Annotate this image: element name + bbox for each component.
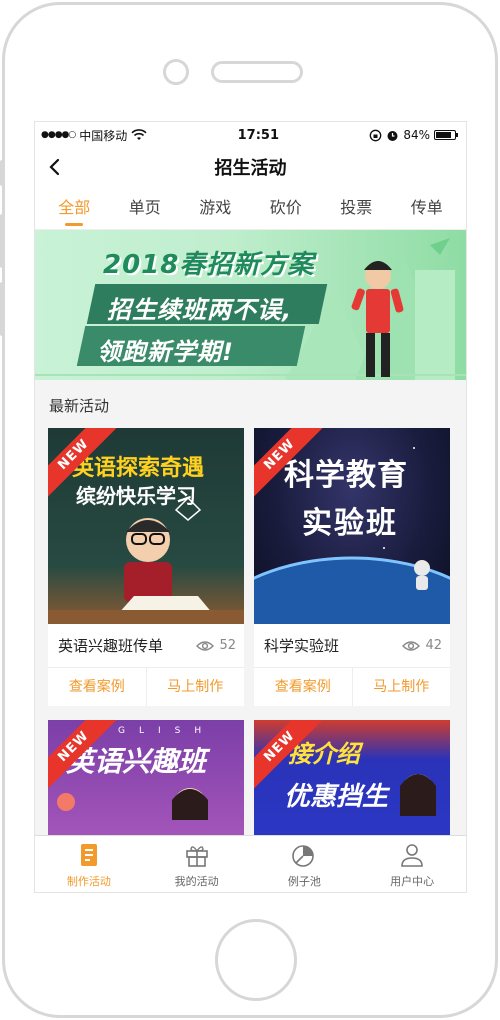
cover-subtitle: 实验班 xyxy=(302,506,398,541)
earpiece-speaker xyxy=(211,61,303,83)
eye-icon xyxy=(196,640,215,651)
student-illustration xyxy=(351,261,404,377)
tabbar-my-activities[interactable]: 我的活动 xyxy=(143,836,251,892)
section-title: 最新活动 xyxy=(35,380,466,428)
wifi-icon xyxy=(131,129,147,140)
page-title: 招生活动 xyxy=(214,158,287,179)
user-icon xyxy=(401,844,423,867)
card-cover-image[interactable]: 英语探索奇遇 缤纷快乐学习 NEW xyxy=(48,428,244,624)
tab-single-page[interactable]: 单页 xyxy=(110,186,181,230)
card-info: 科学实验班 42 xyxy=(254,624,450,668)
battery-percent: 84% xyxy=(403,128,430,142)
battery-level xyxy=(436,132,452,138)
create-now-button[interactable]: 马上制作 xyxy=(351,668,451,706)
tabbar-user-center[interactable]: 用户中心 xyxy=(358,836,466,892)
card-actions: 查看案例 马上制作 xyxy=(254,668,450,706)
status-time: 17:51 xyxy=(237,127,279,143)
activity-card-science[interactable]: 科学教育 实验班 NEW 科学实验班 42 查看案例 马上制作 xyxy=(254,428,450,706)
card-title: 科学实验班 xyxy=(264,637,340,655)
activity-card-english[interactable]: 英语探索奇遇 缤纷快乐学习 NEW 英语兴趣班传单 52 查看案例 马上制作 xyxy=(48,428,244,706)
card-title: 英语兴趣班传单 xyxy=(58,637,164,655)
view-count-value: 42 xyxy=(425,638,442,653)
card-info: 英语兴趣班传单 52 xyxy=(48,624,244,668)
pie-chart-icon xyxy=(292,845,315,867)
tabbar-label: 例子池 xyxy=(287,875,321,888)
home-button[interactable] xyxy=(215,919,297,1001)
tab-all[interactable]: 全部 xyxy=(39,186,110,230)
activity-grid: 英语探索奇遇 缤纷快乐学习 NEW 英语兴趣班传单 52 查看案例 马上制作 科… xyxy=(35,428,466,892)
create-now-button[interactable]: 马上制作 xyxy=(145,668,245,706)
volume-down-button xyxy=(0,282,4,336)
alarm-icon xyxy=(387,130,398,141)
app-screen: ●●●●○ 中国移动 17:51 84% 招生活动 全部 单页 游戏 砍价 投票… xyxy=(34,121,467,893)
battery-icon xyxy=(434,130,458,140)
tab-vote[interactable]: 投票 xyxy=(321,186,392,230)
tabbar-label: 用户中心 xyxy=(390,875,435,888)
banner-headline: 2018春招新方案 xyxy=(103,250,315,280)
view-example-button[interactable]: 查看案例 xyxy=(48,668,146,706)
cover-title: 科学教育 xyxy=(284,458,408,493)
tabbar-example-pool[interactable]: 例子池 xyxy=(251,836,359,892)
banner-line-2: 领跑新学期! xyxy=(97,338,234,366)
tab-games[interactable]: 游戏 xyxy=(180,186,251,230)
tab-flyer[interactable]: 传单 xyxy=(392,186,463,230)
tabbar-label: 制作活动 xyxy=(66,875,111,888)
volume-up-button xyxy=(0,214,4,268)
banner-line-1: 招生续班两不误, xyxy=(107,296,293,324)
tab-bargain[interactable]: 砍价 xyxy=(251,186,322,230)
view-example-button[interactable]: 查看案例 xyxy=(254,668,352,706)
signal-icon: ●●●●○ xyxy=(41,130,76,140)
make-activity-icon xyxy=(80,844,97,866)
promo-banner[interactable]: 2018春招新方案 招生续班两不误, 领跑新学期! xyxy=(35,230,466,380)
navigation-bar: 招生活动 xyxy=(35,148,466,186)
tabbar-label: 我的活动 xyxy=(174,875,219,888)
view-count: 52 xyxy=(196,638,236,653)
bottom-tab-bar: 制作活动 我的活动 例子池 用户中心 xyxy=(35,835,466,892)
carrier-name: 中国移动 xyxy=(79,128,128,143)
view-count: 42 xyxy=(402,638,442,653)
mute-switch xyxy=(0,160,4,186)
category-tabs: 全部 单页 游戏 砍价 投票 传单 xyxy=(35,186,466,230)
back-arrow-icon[interactable] xyxy=(45,155,65,179)
gift-icon xyxy=(185,846,208,867)
card-cover-image[interactable]: 科学教育 实验班 NEW xyxy=(254,428,450,624)
tabbar-make-activity[interactable]: 制作活动 xyxy=(35,836,143,892)
eye-icon xyxy=(402,640,421,651)
view-count-value: 52 xyxy=(219,638,236,653)
orientation-lock-icon xyxy=(369,129,382,141)
front-camera xyxy=(163,59,189,85)
card-actions: 查看案例 马上制作 xyxy=(48,668,244,706)
status-bar: ●●●●○ 中国移动 17:51 84% xyxy=(35,122,466,148)
